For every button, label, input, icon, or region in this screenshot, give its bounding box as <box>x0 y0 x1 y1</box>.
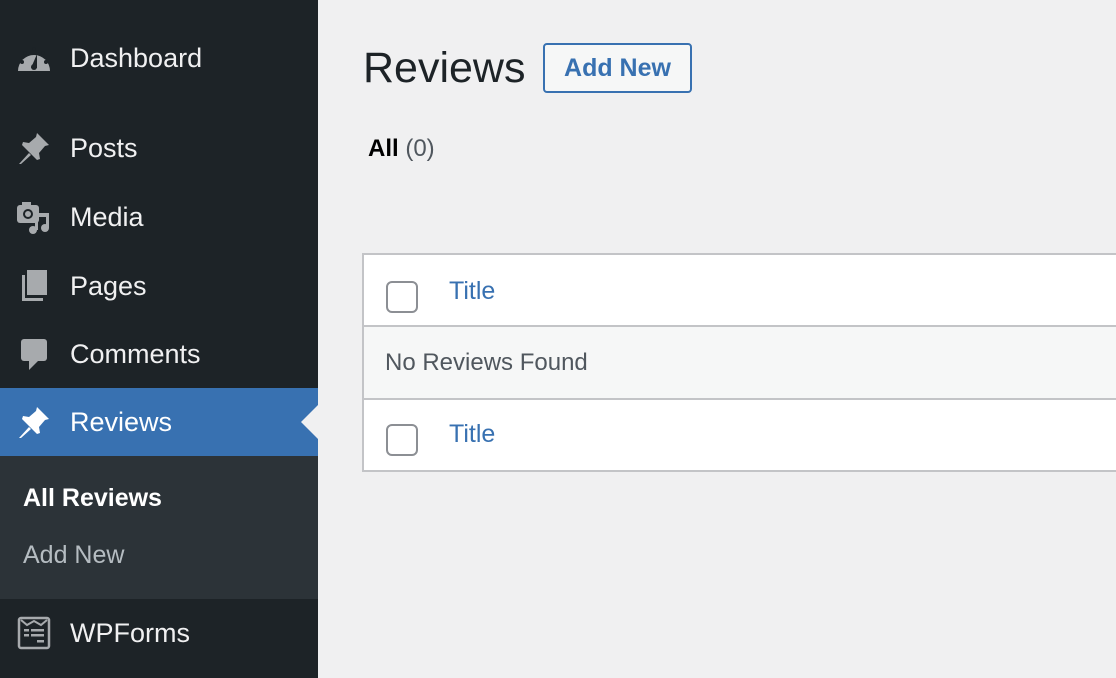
dashboard-icon <box>16 40 52 76</box>
empty-message: No Reviews Found <box>385 349 588 376</box>
sidebar-item-label: Pages <box>70 270 147 301</box>
sidebar-item-label: Comments <box>70 338 201 369</box>
sidebar-item-label: Media <box>70 201 144 232</box>
wpforms-icon <box>16 615 52 651</box>
admin-sidebar: Dashboard Posts Media Pages Comments Rev… <box>0 0 318 678</box>
filter-all-count: (0) <box>405 135 435 162</box>
page-title: Reviews <box>363 44 526 92</box>
sidebar-item-label: WPForms <box>70 617 190 648</box>
pages-icon <box>16 268 52 304</box>
sidebar-item-comments[interactable]: Comments <box>0 320 318 388</box>
sidebar-item-reviews[interactable]: Reviews <box>0 388 318 456</box>
column-title-sort-footer[interactable]: Title <box>449 420 495 449</box>
sidebar-item-label: Dashboard <box>70 42 203 73</box>
submenu-add-new[interactable]: Add New <box>23 541 124 570</box>
add-new-button[interactable]: Add New <box>543 43 692 93</box>
comment-icon <box>16 336 52 372</box>
sidebar-item-media[interactable]: Media <box>0 183 318 251</box>
filter-all[interactable]: All <box>368 135 399 162</box>
pin-icon <box>16 130 52 166</box>
sidebar-item-label: Posts <box>70 132 138 163</box>
select-all-checkbox[interactable] <box>386 281 418 313</box>
status-filters: All (0) <box>368 135 435 163</box>
sidebar-item-posts[interactable]: Posts <box>0 114 318 182</box>
table-row: No Reviews Found <box>364 327 1116 400</box>
select-all-checkbox-footer[interactable] <box>386 424 418 456</box>
table-footer-row: Title <box>364 400 1116 470</box>
sidebar-item-pages[interactable]: Pages <box>0 252 318 320</box>
main-content: Reviews Add New All (0) Title No Reviews… <box>318 0 1116 678</box>
column-title-sort[interactable]: Title <box>449 277 495 306</box>
table-header-row: Title <box>364 255 1116 327</box>
sidebar-item-dashboard[interactable]: Dashboard <box>0 24 318 92</box>
submenu-all-reviews[interactable]: All Reviews <box>23 484 162 513</box>
pin-icon <box>16 404 52 440</box>
reviews-submenu: All Reviews Add New <box>0 456 318 599</box>
reviews-table: Title No Reviews Found Title <box>362 253 1116 472</box>
sidebar-item-wpforms[interactable]: WPForms <box>0 599 318 667</box>
media-icon <box>16 199 52 235</box>
sidebar-item-label: Reviews <box>70 406 173 437</box>
